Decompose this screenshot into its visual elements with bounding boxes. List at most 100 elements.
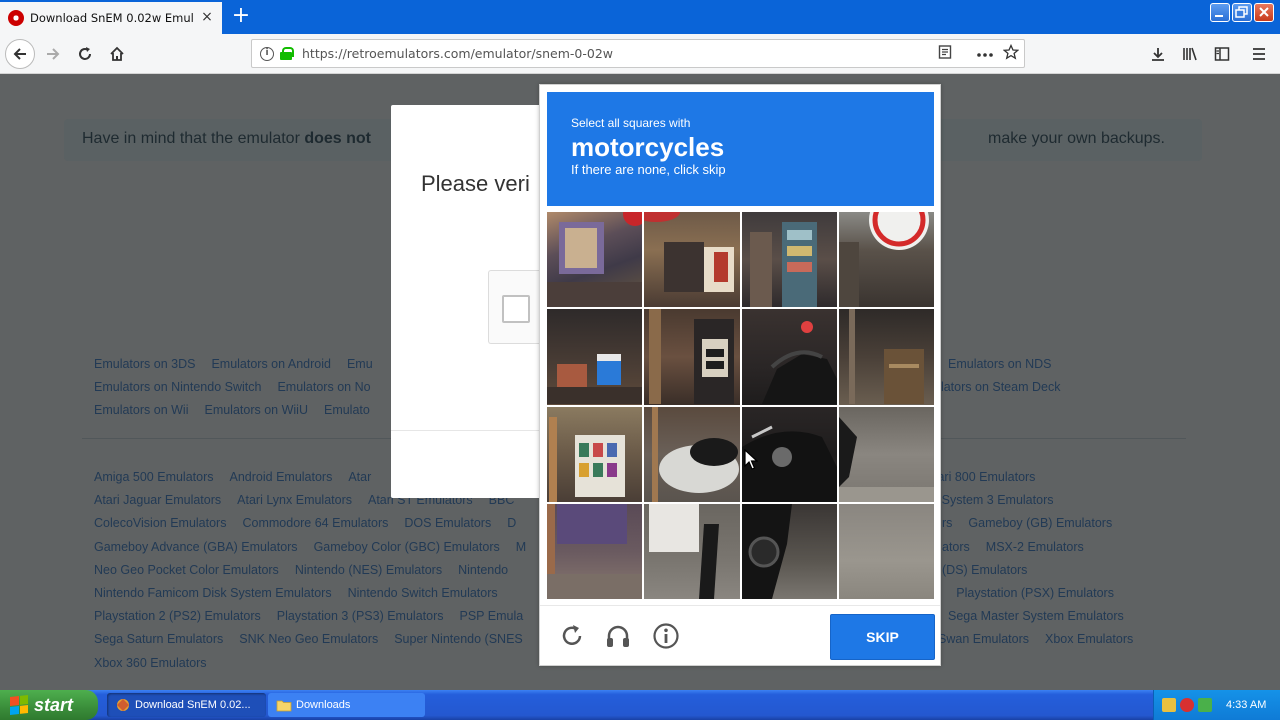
home-button[interactable] [102,39,132,69]
link-atari800[interactable]: tari 800 Emulators [934,470,1035,484]
captcha-tile[interactable] [741,212,837,308]
start-button[interactable]: start [0,690,98,720]
link-nes[interactable]: Nintendo (NES) Emulators [295,563,442,577]
link-switch-emus[interactable]: Nintendo Switch Emulators [348,586,498,600]
link-c64[interactable]: Commodore 64 Emulators [242,516,388,530]
close-icon[interactable] [1254,3,1274,22]
link-dos[interactable]: DOS Emulators [404,516,491,530]
url-bar[interactable]: i https://retroemulators.com/emulator/sn… [251,39,1025,68]
link-xbox[interactable]: Xbox Emulators [1045,632,1133,646]
link-msx2[interactable]: MSX-2 Emulators [986,540,1084,554]
link-ds[interactable]: (DS) Emulators [942,563,1027,577]
site-info-icon[interactable]: i [260,46,274,61]
reload-icon [79,47,91,60]
captcha-tile[interactable] [838,212,934,308]
link-partial[interactable]: M [516,540,526,554]
notice-bold-text: does not [304,130,372,147]
headphones-icon[interactable] [604,622,632,650]
link-switch[interactable]: Emulators on Nintendo Switch [94,380,261,394]
link-android-emus[interactable]: Android Emulators [230,470,333,484]
taskbar-item-browser[interactable]: Download SnEM 0.02... [107,693,266,717]
captcha-tile[interactable] [644,503,740,599]
link-partial[interactable]: Emu [347,357,373,371]
link-gameboy[interactable]: Gameboy (GB) Emulators [968,516,1112,530]
captcha-tile[interactable] [838,309,934,405]
window-controls [1210,3,1274,22]
captcha-tile[interactable] [547,309,643,405]
reload-button[interactable] [70,39,100,69]
mouse-cursor-icon [744,448,759,475]
captcha-checkbox-widget [488,270,541,344]
link-amiga[interactable]: Amiga 500 Emulators [94,470,214,484]
link-partial[interactable]: D [507,516,516,530]
link-wiiu[interactable]: Emulators on WiiU [204,403,308,417]
captcha-tile[interactable] [547,212,643,308]
link-partial[interactable]: rs [942,516,952,530]
link-jaguar[interactable]: Atari Jaguar Emulators [94,493,221,507]
tab-close-icon[interactable]: × [200,10,214,24]
bookmark-star-icon[interactable] [998,43,1024,64]
link-ngpc[interactable]: Neo Geo Pocket Color Emulators [94,563,279,577]
link-android[interactable]: Emulators on Android [211,357,331,371]
sidebar-toggle-icon[interactable] [1206,39,1238,69]
new-tab-button[interactable]: + [230,4,252,28]
browser-tab[interactable]: Download SnEM 0.02w Emulator F × [0,2,222,34]
captcha-tile[interactable] [838,503,934,599]
link-xbox360[interactable]: Xbox 360 Emulators [94,656,207,670]
link-partial[interactable]: ators [942,540,970,554]
safely-remove-icon[interactable] [1198,698,1212,712]
taskbar-item-downloads[interactable]: Downloads [268,693,425,717]
skip-button[interactable]: SKIP [830,614,935,660]
link-nds[interactable]: Emulators on NDS [948,357,1052,371]
refresh-icon[interactable] [558,622,586,650]
minimize-icon[interactable] [1210,3,1230,22]
link-gba[interactable]: Gameboy Advance (GBA) Emulators [94,540,298,554]
link-colecovision[interactable]: ColecoVision Emulators [94,516,226,530]
link-saturn[interactable]: Sega Saturn Emulators [94,632,223,646]
captcha-keyword: motorcycles [571,132,725,162]
arrow-right-icon [47,48,60,60]
link-neogeo[interactable]: SNK Neo Geo Emulators [239,632,378,646]
menu-icon[interactable] [1238,39,1280,69]
link-partial[interactable]: Emulato [324,403,370,417]
link-ps3[interactable]: Playstation 3 (PS3) Emulators [277,609,444,623]
restore-icon[interactable] [1232,3,1252,22]
lock-icon[interactable] [280,47,294,60]
link-ps2[interactable]: Playstation 2 (PS2) Emulators [94,609,261,623]
downloads-icon[interactable] [1142,39,1174,69]
link-3ds[interactable]: Emulators on 3DS [94,357,195,371]
link-partial[interactable]: Atar [348,470,371,484]
captcha-tile[interactable] [547,503,643,599]
link-partial[interactable]: Emulators on No [277,380,370,394]
info-icon[interactable] [652,622,680,650]
captcha-checkbox[interactable] [502,295,530,323]
modal-divider [391,430,541,431]
page-actions-icon[interactable] [972,46,998,62]
captcha-tile[interactable] [644,406,740,502]
forward-button[interactable] [38,39,68,69]
link-sms[interactable]: Sega Master System Emulators [948,609,1124,623]
captcha-tile[interactable] [644,212,740,308]
security-alert-icon[interactable] [1180,698,1194,712]
network-icon[interactable] [1162,698,1176,712]
captcha-tile[interactable] [644,309,740,405]
library-icon[interactable] [1174,39,1206,69]
link-gbc[interactable]: Gameboy Color (GBC) Emulators [314,540,500,554]
link-system3[interactable]: r System 3 Emulators [934,493,1053,507]
link-partial[interactable]: Nintendo [458,563,508,577]
reader-view-icon[interactable] [932,44,958,63]
back-button[interactable] [5,39,35,69]
link-partial[interactable]: Super Nintendo (SNES [394,632,523,646]
captcha-tile[interactable] [741,309,837,405]
link-lynx[interactable]: Atari Lynx Emulators [237,493,352,507]
link-wii[interactable]: Emulators on Wii [94,403,188,417]
captcha-tile[interactable] [547,406,643,502]
link-wonderswan[interactable]: Swan Emulators [938,632,1029,646]
link-steam-deck[interactable]: ulators on Steam Deck [934,380,1060,394]
captcha-tile[interactable] [741,503,837,599]
link-psx[interactable]: Playstation (PSX) Emulators [956,586,1114,600]
link-partial[interactable]: PSP Emula [460,609,524,623]
url-text[interactable]: https://retroemulators.com/emulator/snem… [302,46,932,61]
captcha-tile[interactable] [838,406,934,502]
link-fds[interactable]: Nintendo Famicom Disk System Emulators [94,586,332,600]
